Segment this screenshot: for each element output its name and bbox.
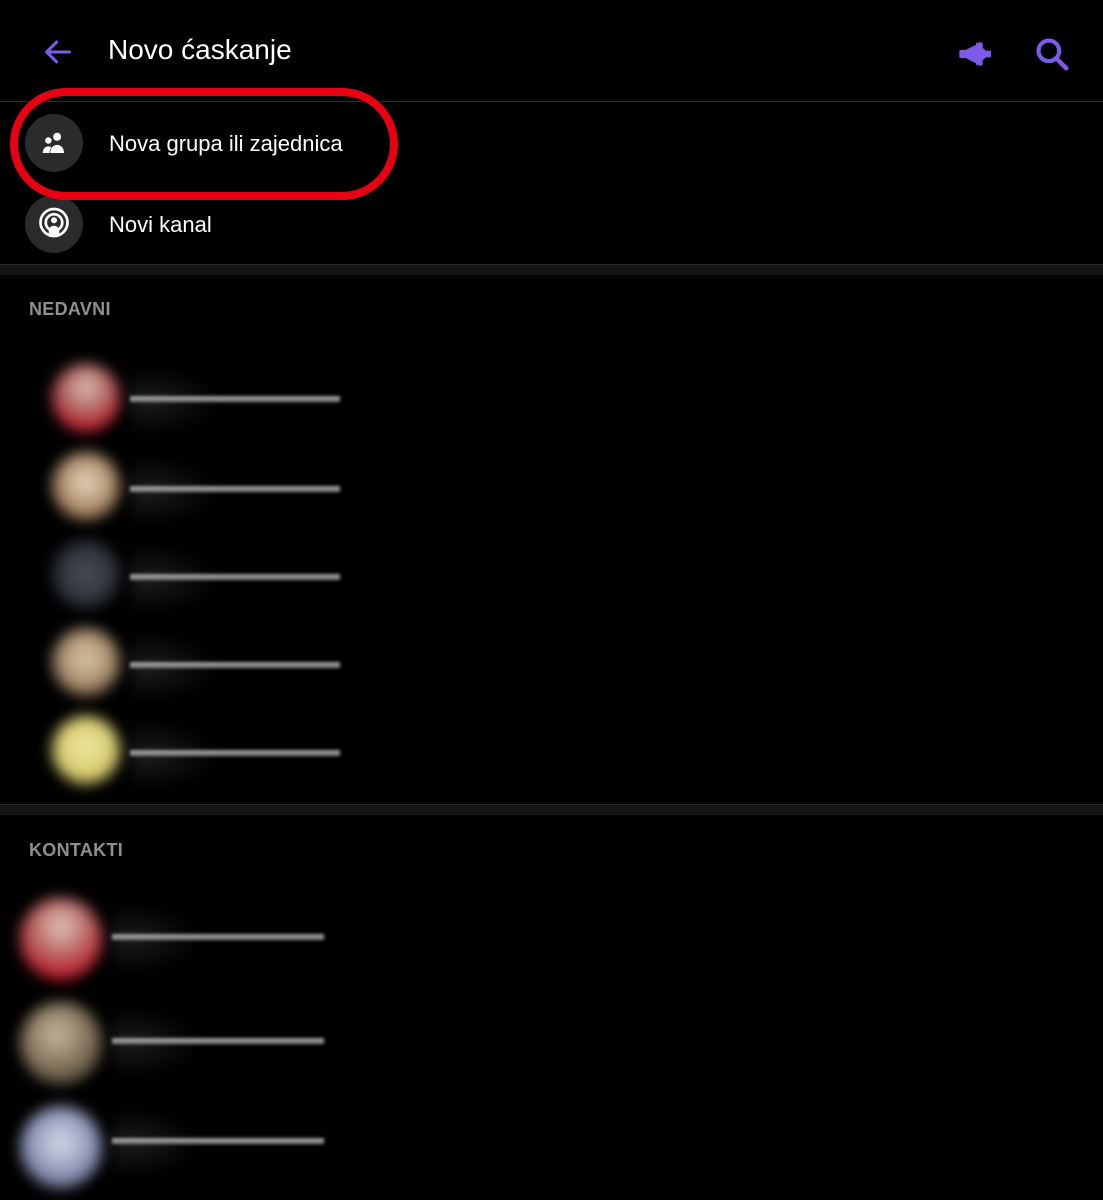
search-icon — [1036, 38, 1069, 71]
avatar — [20, 1002, 102, 1084]
contact-name-redacted — [130, 662, 340, 668]
arrow-left-icon — [45, 40, 71, 64]
channel-icon — [39, 207, 69, 238]
new-channel-item[interactable]: Novi kanal — [0, 184, 1103, 266]
avatar — [20, 1106, 102, 1188]
section-divider — [0, 804, 1103, 815]
back-button[interactable] — [36, 30, 80, 74]
page-title: Novo ćaskanje — [108, 34, 292, 65]
contact-name-redacted — [130, 486, 340, 492]
new-group-or-community-item[interactable]: Nova grupa ili zajednica — [0, 103, 1103, 185]
action-icon-circle — [25, 114, 83, 172]
contact-row[interactable] — [0, 528, 1103, 616]
contact-row[interactable] — [0, 994, 1103, 1084]
top-app-bar: Novo ćaskanje — [0, 0, 1103, 102]
contact-row[interactable] — [0, 704, 1103, 792]
avatar — [20, 898, 102, 980]
group-icon — [42, 132, 64, 153]
contact-name-redacted — [112, 934, 324, 940]
avatar — [52, 628, 120, 696]
section-heading-contacts: KONTAKTI — [29, 840, 124, 860]
contact-name-redacted — [130, 750, 340, 756]
action-label: Novi kanal — [109, 212, 212, 237]
action-label: Nova grupa ili zajednica — [109, 131, 343, 156]
contact-name-redacted — [130, 574, 340, 580]
search-button[interactable] — [1028, 30, 1076, 78]
contact-name-redacted — [130, 396, 340, 402]
avatar — [52, 452, 120, 520]
avatar — [52, 364, 120, 432]
contact-row[interactable] — [0, 890, 1103, 980]
section-divider — [0, 264, 1103, 275]
broadcast-button[interactable] — [952, 30, 1000, 78]
contact-name-redacted — [112, 1138, 324, 1144]
contact-row[interactable] — [0, 352, 1103, 440]
avatar — [52, 540, 120, 608]
contact-row[interactable] — [0, 616, 1103, 704]
megaphone-icon — [959, 42, 991, 66]
avatar — [52, 716, 120, 784]
contact-name-redacted — [112, 1038, 324, 1044]
contact-row[interactable] — [0, 440, 1103, 528]
section-heading-recent: NEDAVNI — [29, 299, 111, 319]
contact-row[interactable] — [0, 1098, 1103, 1188]
action-icon-circle — [25, 195, 83, 253]
